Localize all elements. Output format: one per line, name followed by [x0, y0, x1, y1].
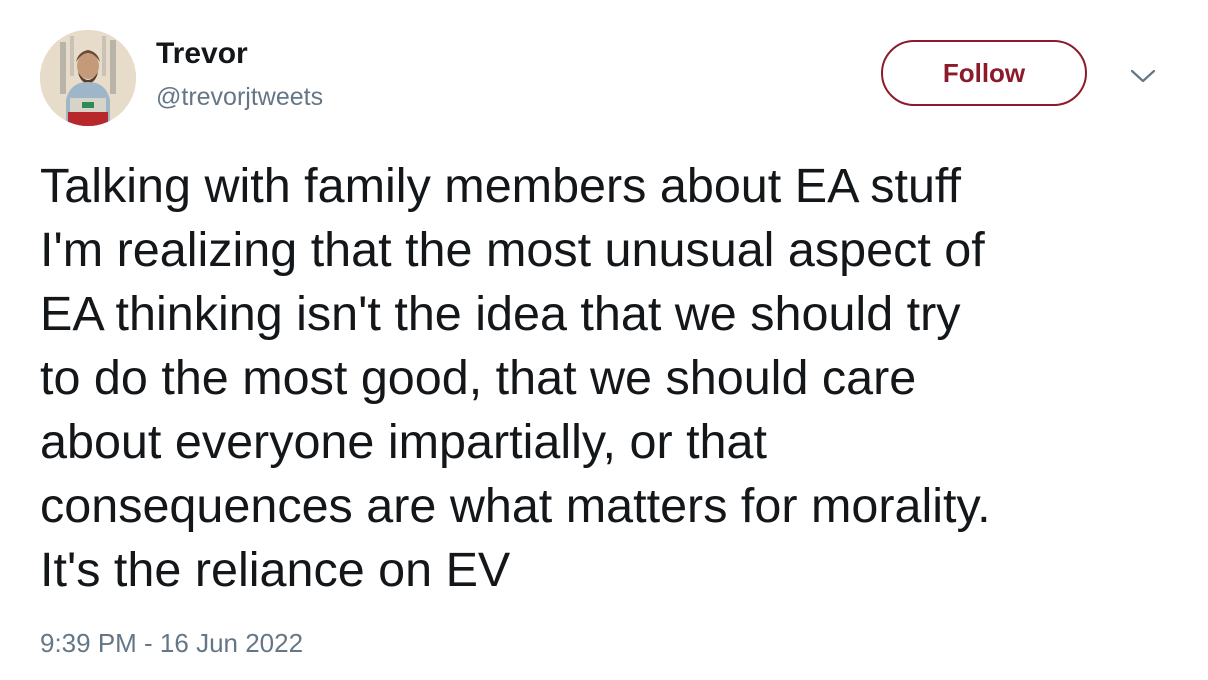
avatar-image [40, 30, 136, 126]
more-options-button[interactable] [1126, 62, 1160, 90]
tweet-text: Talking with family members about EA stu… [40, 159, 991, 597]
author-handle[interactable]: @trevorjtweets [156, 80, 323, 114]
follow-button[interactable]: Follow [881, 40, 1087, 106]
avatar[interactable] [40, 30, 136, 126]
chevron-down-icon [1130, 69, 1156, 83]
author-display-name[interactable]: Trevor [156, 34, 323, 74]
tweet-timestamp[interactable]: 9:39 PM - 16 Jun 2022 [40, 626, 303, 660]
tweet-card: Trevor @trevorjtweets Follow Talking wit… [0, 0, 1208, 680]
author-info: Trevor @trevorjtweets [156, 34, 323, 114]
